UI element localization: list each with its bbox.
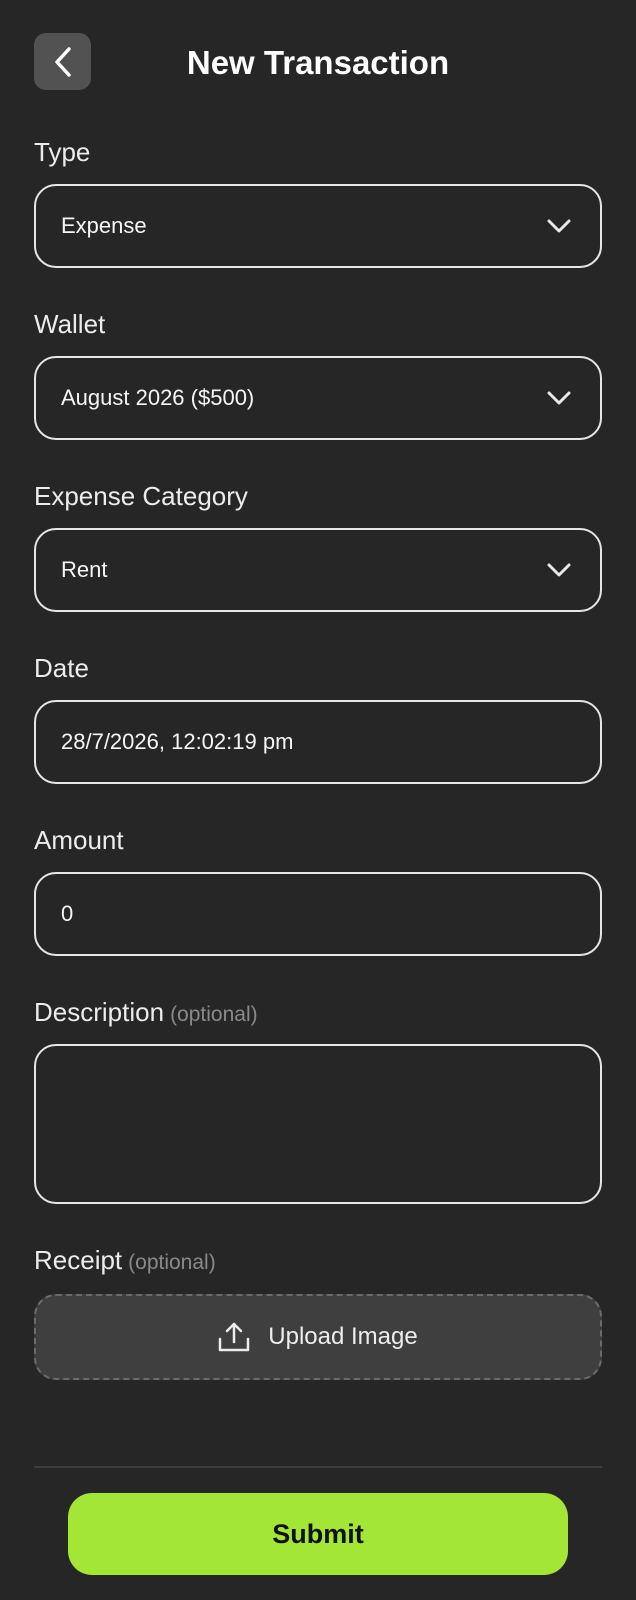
description-group: Description (optional) [34, 994, 602, 1204]
chevron-down-icon [547, 219, 571, 233]
receipt-optional: (optional) [128, 1251, 216, 1274]
upload-label: Upload Image [268, 1323, 418, 1350]
page-title: New Transaction [186, 44, 450, 81]
chevron-down-icon [547, 391, 571, 405]
header: New Transaction [0, 0, 636, 126]
category-label: Expense Category [34, 481, 248, 511]
wallet-value: August 2026 ($500) [61, 385, 255, 410]
type-select[interactable]: Expense [34, 184, 602, 268]
receipt-label-text: Receipt [34, 1245, 123, 1275]
amount-input[interactable]: 0 [34, 872, 602, 956]
description-label: Description (optional) [34, 994, 602, 1030]
amount-label: Amount [34, 825, 124, 855]
date-label: Date [34, 653, 89, 683]
receipt-label: Receipt (optional) [34, 1242, 602, 1278]
transaction-form: Type Expense Wallet August 2026 ($500) E… [34, 134, 602, 1418]
description-textarea[interactable] [34, 1044, 602, 1204]
description-label-text: Description [34, 997, 165, 1027]
type-label: Type [34, 137, 91, 167]
date-input[interactable]: 28/7/2026, 12:02:19 pm [34, 700, 602, 784]
category-group: Expense Category Rent [34, 478, 602, 612]
date-value: 28/7/2026, 12:02:19 pm [61, 729, 294, 754]
amount-value: 0 [61, 901, 74, 926]
wallet-select[interactable]: August 2026 ($500) [34, 356, 602, 440]
submit-button[interactable]: Submit [68, 1493, 568, 1575]
wallet-label: Wallet [34, 309, 106, 339]
description-optional: (optional) [170, 1003, 258, 1026]
category-select[interactable]: Rent [34, 528, 602, 612]
date-group: Date 28/7/2026, 12:02:19 pm [34, 650, 602, 784]
wallet-group: Wallet August 2026 ($500) [34, 306, 602, 440]
category-value: Rent [61, 557, 108, 582]
chevron-down-icon [547, 563, 571, 577]
footer-divider [34, 1466, 602, 1468]
type-value: Expense [61, 213, 147, 238]
amount-group: Amount 0 [34, 822, 602, 956]
upload-image-button[interactable]: Upload Image [34, 1294, 602, 1380]
upload-icon [219, 1322, 250, 1352]
type-group: Type Expense [34, 134, 602, 268]
receipt-group: Receipt (optional) Upload Image [34, 1242, 602, 1380]
